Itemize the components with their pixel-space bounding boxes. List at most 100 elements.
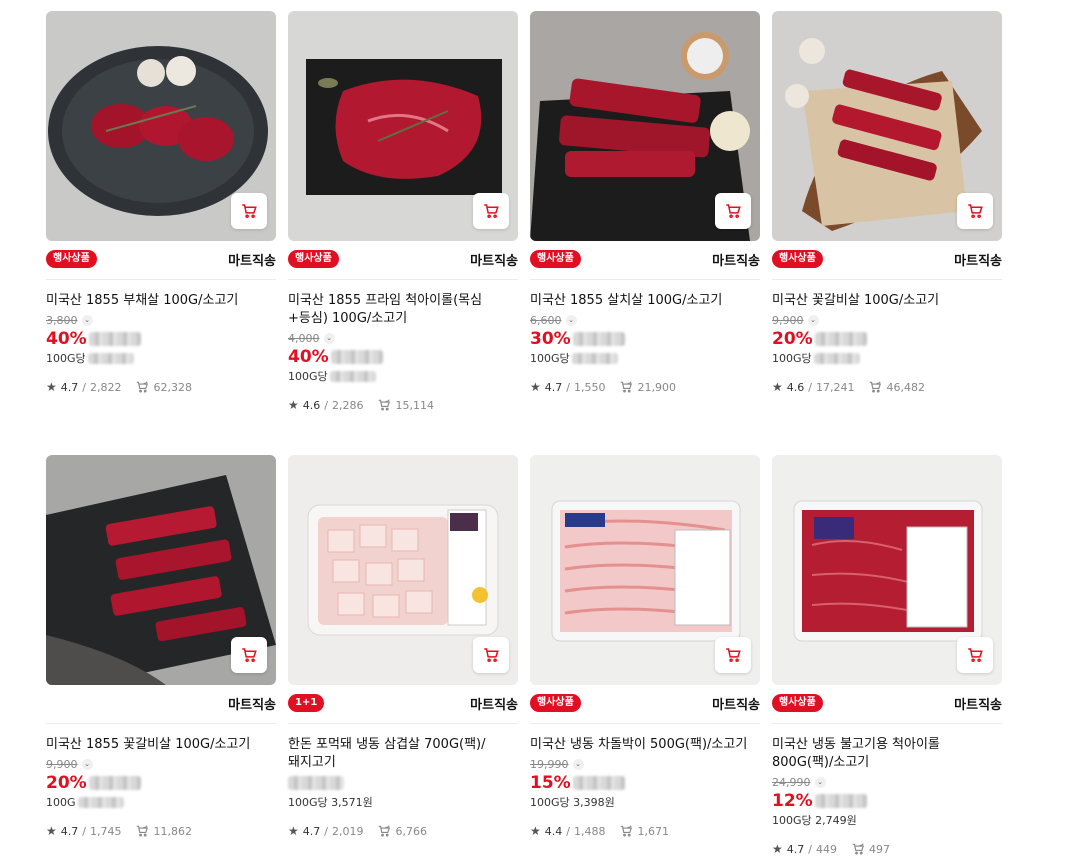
cart-count-icon xyxy=(619,380,633,394)
product-image[interactable] xyxy=(288,11,518,241)
shipping-label: 마트직송 xyxy=(954,253,1002,269)
sale-price-obscured xyxy=(814,332,867,346)
add-to-cart-button[interactable] xyxy=(715,193,751,229)
product-title[interactable]: 미국산 1855 꽃갈비살 100G/소고기 xyxy=(46,736,276,754)
product-card[interactable]: 행사상품 마트직송 미국산 1855 부채살 100G/소고기 3,800 ⌄ … xyxy=(46,11,276,455)
divider xyxy=(772,723,1002,724)
rating-row: ★ 4.7/1,745 11,862 xyxy=(46,824,192,838)
product-card[interactable]: 행사상품 마트직송 미국산 냉동 불고기용 척아이롤 800G(팩)/소고기 2… xyxy=(772,455,1002,867)
product-card[interactable]: 1+1 마트직송 한돈 포먹돼 냉동 삼겹살 700G(팩)/돼지고기 100G… xyxy=(288,455,518,867)
product-image[interactable] xyxy=(530,455,760,685)
review-count: 17,241 xyxy=(815,380,855,394)
rating-score: 4.4 xyxy=(544,824,563,838)
discount-rate: 15% xyxy=(530,773,571,793)
original-price: 4,000 ⌄ xyxy=(288,330,518,346)
original-price: 3,800 ⌄ xyxy=(46,312,276,328)
divider xyxy=(46,279,276,280)
original-price: 9,900 ⌄ xyxy=(46,756,276,772)
cart-count: 6,766 xyxy=(395,824,427,838)
chevron-down-icon[interactable]: ⌄ xyxy=(807,314,819,326)
chevron-down-icon[interactable]: ⌄ xyxy=(572,758,584,770)
add-to-cart-button[interactable] xyxy=(473,193,509,229)
unit-price: 100G당 xyxy=(530,350,760,366)
product-card[interactable]: 행사상품 마트직송 미국산 냉동 차돌박이 500G(팩)/소고기 19,990… xyxy=(530,455,760,867)
chevron-down-icon[interactable]: ⌄ xyxy=(81,758,93,770)
divider xyxy=(288,279,518,280)
cart-count: 21,900 xyxy=(637,380,676,394)
add-to-cart-button[interactable] xyxy=(715,637,751,673)
cart-count-icon xyxy=(619,824,633,838)
original-price: 9,900 ⌄ xyxy=(772,312,1002,328)
cart-icon xyxy=(966,646,984,664)
product-card[interactable]: 마트직송 미국산 1855 꽃갈비살 100G/소고기 9,900 ⌄ 20% … xyxy=(46,455,276,867)
product-card[interactable]: 행사상품 마트직송 미국산 1855 살치살 100G/소고기 6,600 ⌄ … xyxy=(530,11,760,455)
divider xyxy=(46,723,276,724)
add-to-cart-button[interactable] xyxy=(957,637,993,673)
product-title[interactable]: 미국산 냉동 차돌박이 500G(팩)/소고기 xyxy=(530,736,760,754)
shipping-label: 마트직송 xyxy=(712,697,760,713)
review-count: 449 xyxy=(815,842,837,856)
event-badge: 행사상품 xyxy=(772,250,823,268)
product-title[interactable]: 미국산 1855 살치살 100G/소고기 xyxy=(530,292,760,310)
cart-icon xyxy=(724,646,742,664)
rating-row: ★ 4.7/2,822 62,328 xyxy=(46,380,192,394)
product-title[interactable]: 미국산 1855 부채살 100G/소고기 xyxy=(46,292,276,310)
cart-count: 62,328 xyxy=(153,380,192,394)
star-icon: ★ xyxy=(772,842,783,856)
product-title[interactable]: 미국산 1855 프라임 척아이롤(목심+등심) 100G/소고기 xyxy=(288,292,518,328)
product-image[interactable] xyxy=(772,455,1002,685)
product-card[interactable]: 행사상품 마트직송 미국산 꽃갈비살 100G/소고기 9,900 ⌄ 20% … xyxy=(772,11,1002,455)
chevron-down-icon[interactable]: ⌄ xyxy=(81,314,93,326)
discount-rate: 12% xyxy=(772,791,813,811)
event-badge: 행사상품 xyxy=(530,694,581,712)
star-icon: ★ xyxy=(530,824,541,838)
star-icon: ★ xyxy=(288,824,299,838)
add-to-cart-button[interactable] xyxy=(231,637,267,673)
discount-rate: 20% xyxy=(46,773,87,793)
cart-count-icon xyxy=(377,398,391,412)
sale-price-obscured xyxy=(814,794,867,808)
product-meta: 마트직송 xyxy=(46,693,276,713)
shipping-label: 마트직송 xyxy=(228,697,276,713)
product-card[interactable]: 행사상품 마트직송 미국산 1855 프라임 척아이롤(목심+등심) 100G/… xyxy=(288,11,518,455)
product-image[interactable] xyxy=(46,455,276,685)
rating-row: ★ 4.6/2,286 15,114 xyxy=(288,398,434,412)
product-meta: 행사상품 마트직송 xyxy=(530,693,760,713)
divider xyxy=(772,279,1002,280)
product-image[interactable] xyxy=(772,11,1002,241)
unit-price: 100G xyxy=(46,794,276,810)
original-price: 19,990 ⌄ xyxy=(530,756,760,772)
unit-price: 100G당 xyxy=(772,350,1002,366)
shipping-label: 마트직송 xyxy=(712,253,760,269)
chevron-down-icon[interactable]: ⌄ xyxy=(814,776,826,788)
divider xyxy=(288,723,518,724)
discount-rate: 20% xyxy=(772,329,813,349)
rating-score: 4.6 xyxy=(786,380,805,394)
product-image[interactable] xyxy=(288,455,518,685)
star-icon: ★ xyxy=(46,380,57,394)
product-image[interactable] xyxy=(46,11,276,241)
cart-count-icon xyxy=(851,842,865,856)
price-row: 12% xyxy=(772,790,1002,812)
rating-score: 4.7 xyxy=(302,824,321,838)
add-to-cart-button[interactable] xyxy=(231,193,267,229)
review-count: 1,550 xyxy=(573,380,606,394)
event-badge: 행사상품 xyxy=(772,694,823,712)
product-title[interactable]: 미국산 냉동 불고기용 척아이롤 800G(팩)/소고기 xyxy=(772,736,1002,772)
product-title[interactable]: 미국산 꽃갈비살 100G/소고기 xyxy=(772,292,1002,310)
price-row: 40% xyxy=(288,346,518,368)
shipping-label: 마트직송 xyxy=(954,697,1002,713)
add-to-cart-button[interactable] xyxy=(957,193,993,229)
chevron-down-icon[interactable]: ⌄ xyxy=(323,332,335,344)
rating-score: 4.6 xyxy=(302,398,321,412)
cart-icon xyxy=(482,646,500,664)
product-title[interactable]: 한돈 포먹돼 냉동 삼겹살 700G(팩)/돼지고기 xyxy=(288,736,518,772)
product-meta: 행사상품 마트직송 xyxy=(46,249,276,269)
add-to-cart-button[interactable] xyxy=(473,637,509,673)
event-badge: 1+1 xyxy=(288,694,325,712)
product-image[interactable] xyxy=(530,11,760,241)
chevron-down-icon[interactable]: ⌄ xyxy=(565,314,577,326)
cart-count: 1,671 xyxy=(637,824,669,838)
sale-price-obscured xyxy=(288,776,344,790)
product-meta: 행사상품 마트직송 xyxy=(772,249,1002,269)
